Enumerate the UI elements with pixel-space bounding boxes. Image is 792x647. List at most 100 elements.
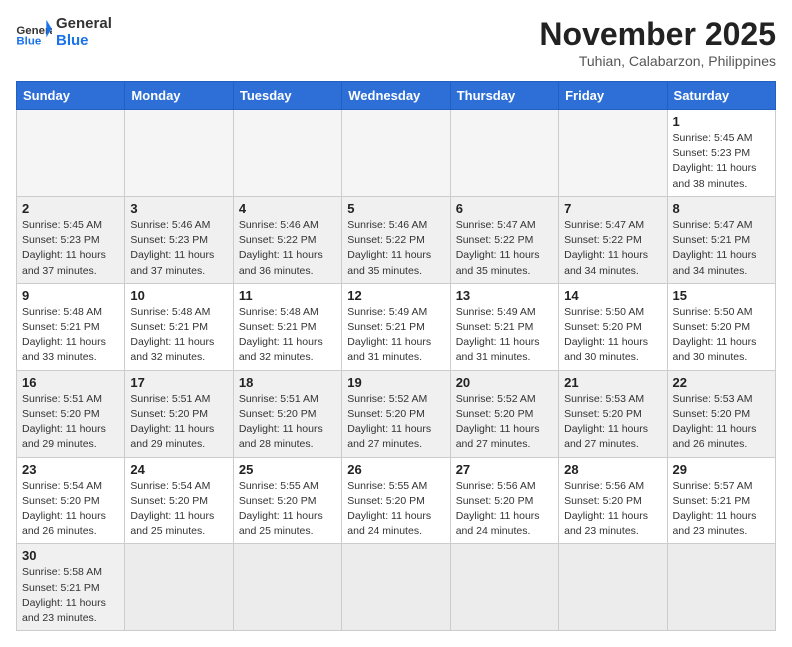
calendar-day-cell: 6Sunrise: 5:47 AMSunset: 5:22 PMDaylight… — [450, 196, 558, 283]
day-number: 1 — [673, 114, 770, 129]
day-number: 15 — [673, 288, 770, 303]
day-info: Sunrise: 5:54 AMSunset: 5:20 PMDaylight:… — [22, 479, 119, 540]
calendar-day-cell: 30Sunrise: 5:58 AMSunset: 5:21 PMDayligh… — [17, 544, 125, 631]
day-info: Sunrise: 5:51 AMSunset: 5:20 PMDaylight:… — [22, 392, 119, 453]
calendar-table: SundayMondayTuesdayWednesdayThursdayFrid… — [16, 81, 776, 631]
logo-general-text: General — [56, 16, 112, 33]
calendar-day-cell: 21 Sunrise: 5:53 AMSunset: 5:20 PMDayligh… — [559, 370, 667, 457]
calendar-week-row: 2 Sunrise: 5:45 AMSunset: 5:23 PMDaylight… — [17, 196, 776, 283]
day-number: 13 — [456, 288, 553, 303]
day-number: 8 — [673, 201, 770, 216]
day-info: Sunrise: 5:54 AMSunset: 5:20 PMDaylight:… — [130, 479, 227, 540]
weekday-header-saturday: Saturday — [667, 82, 775, 110]
logo-icon: General Blue — [16, 18, 52, 48]
calendar-day-cell — [125, 544, 233, 631]
day-number: 22 — [673, 375, 770, 390]
day-info: Sunrise: 5:46 AMSunset: 5:23 PMDaylight:… — [130, 218, 227, 279]
day-number: 9 — [22, 288, 119, 303]
calendar-week-row: 23 Sunrise: 5:54 AMSunset: 5:20 PMDayligh… — [17, 457, 776, 544]
calendar-day-cell: 10Sunrise: 5:48 AMSunset: 5:21 PMDayligh… — [125, 283, 233, 370]
day-info: Sunrise: 5:48 AMSunset: 5:21 PMDaylight:… — [130, 305, 227, 366]
calendar-day-cell — [233, 110, 341, 197]
location-subtitle: Tuhian, Calabarzon, Philippines — [539, 53, 776, 69]
calendar-week-row: 30Sunrise: 5:58 AMSunset: 5:21 PMDayligh… — [17, 544, 776, 631]
day-info: Sunrise: 5:47 AMSunset: 5:21 PMDaylight:… — [673, 218, 770, 279]
calendar-day-cell: 3 Sunrise: 5:46 AMSunset: 5:23 PMDaylight… — [125, 196, 233, 283]
day-info: Sunrise: 5:45 AMSunset: 5:23 PMDaylight:… — [673, 131, 770, 192]
calendar-day-cell: 8 Sunrise: 5:47 AMSunset: 5:21 PMDaylight… — [667, 196, 775, 283]
logo-blue-text: Blue — [56, 33, 112, 50]
calendar-day-cell — [125, 110, 233, 197]
calendar-day-cell: 26Sunrise: 5:55 AMSunset: 5:20 PMDayligh… — [342, 457, 450, 544]
weekday-header-row: SundayMondayTuesdayWednesdayThursdayFrid… — [17, 82, 776, 110]
calendar-day-cell — [667, 544, 775, 631]
page-header: General Blue General Blue November 2025 … — [16, 16, 776, 69]
day-info: Sunrise: 5:48 AMSunset: 5:21 PMDaylight:… — [239, 305, 336, 366]
month-title: November 2025 — [539, 16, 776, 53]
day-number: 25 — [239, 462, 336, 477]
day-info: Sunrise: 5:47 AMSunset: 5:22 PMDaylight:… — [564, 218, 661, 279]
day-info: Sunrise: 5:53 AMSunset: 5:20 PMDaylight:… — [564, 392, 661, 453]
weekday-header-friday: Friday — [559, 82, 667, 110]
day-number: 20 — [456, 375, 553, 390]
day-info: Sunrise: 5:45 AMSunset: 5:23 PMDaylight:… — [22, 218, 119, 279]
day-info: Sunrise: 5:50 AMSunset: 5:20 PMDaylight:… — [673, 305, 770, 366]
day-info: Sunrise: 5:56 AMSunset: 5:20 PMDaylight:… — [564, 479, 661, 540]
svg-text:Blue: Blue — [16, 35, 41, 47]
calendar-day-cell — [342, 544, 450, 631]
weekday-header-thursday: Thursday — [450, 82, 558, 110]
calendar-day-cell: 7Sunrise: 5:47 AMSunset: 5:22 PMDaylight… — [559, 196, 667, 283]
day-number: 5 — [347, 201, 444, 216]
day-number: 16 — [22, 375, 119, 390]
day-number: 26 — [347, 462, 444, 477]
calendar-day-cell: 5 Sunrise: 5:46 AMSunset: 5:22 PMDaylight… — [342, 196, 450, 283]
calendar-day-cell: 2 Sunrise: 5:45 AMSunset: 5:23 PMDaylight… — [17, 196, 125, 283]
calendar-day-cell: 1 Sunrise: 5:45 AMSunset: 5:23 PMDaylight… — [667, 110, 775, 197]
calendar-day-cell: 27 Sunrise: 5:56 AMSunset: 5:20 PMDayligh… — [450, 457, 558, 544]
day-info: Sunrise: 5:52 AMSunset: 5:20 PMDaylight:… — [347, 392, 444, 453]
calendar-day-cell: 22Sunrise: 5:53 AMSunset: 5:20 PMDayligh… — [667, 370, 775, 457]
day-info: Sunrise: 5:50 AMSunset: 5:20 PMDaylight:… — [564, 305, 661, 366]
day-number: 14 — [564, 288, 661, 303]
calendar-day-cell: 28Sunrise: 5:56 AMSunset: 5:20 PMDayligh… — [559, 457, 667, 544]
calendar-day-cell: 9 Sunrise: 5:48 AMSunset: 5:21 PMDaylight… — [17, 283, 125, 370]
day-number: 11 — [239, 288, 336, 303]
day-info: Sunrise: 5:56 AMSunset: 5:20 PMDaylight:… — [456, 479, 553, 540]
calendar-day-cell — [342, 110, 450, 197]
day-number: 4 — [239, 201, 336, 216]
day-info: Sunrise: 5:51 AMSunset: 5:20 PMDaylight:… — [239, 392, 336, 453]
day-number: 21 — [564, 375, 661, 390]
calendar-day-cell — [559, 110, 667, 197]
day-info: Sunrise: 5:49 AMSunset: 5:21 PMDaylight:… — [347, 305, 444, 366]
calendar-day-cell: 14 Sunrise: 5:50 AMSunset: 5:20 PMDayligh… — [559, 283, 667, 370]
calendar-day-cell: 18Sunrise: 5:51 AMSunset: 5:20 PMDayligh… — [233, 370, 341, 457]
weekday-header-tuesday: Tuesday — [233, 82, 341, 110]
day-number: 6 — [456, 201, 553, 216]
day-number: 3 — [130, 201, 227, 216]
day-info: Sunrise: 5:57 AMSunset: 5:21 PMDaylight:… — [673, 479, 770, 540]
calendar-day-cell: 12 Sunrise: 5:49 AMSunset: 5:21 PMDayligh… — [342, 283, 450, 370]
calendar-day-cell: 15 Sunrise: 5:50 AMSunset: 5:20 PMDayligh… — [667, 283, 775, 370]
day-number: 29 — [673, 462, 770, 477]
day-number: 17 — [130, 375, 227, 390]
day-info: Sunrise: 5:55 AMSunset: 5:20 PMDaylight:… — [239, 479, 336, 540]
calendar-day-cell — [559, 544, 667, 631]
calendar-day-cell: 13Sunrise: 5:49 AMSunset: 5:21 PMDayligh… — [450, 283, 558, 370]
day-info: Sunrise: 5:48 AMSunset: 5:21 PMDaylight:… — [22, 305, 119, 366]
calendar-day-cell — [233, 544, 341, 631]
calendar-day-cell — [450, 110, 558, 197]
calendar-day-cell — [17, 110, 125, 197]
day-number: 27 — [456, 462, 553, 477]
calendar-week-row: 16 Sunrise: 5:51 AMSunset: 5:20 PMDayligh… — [17, 370, 776, 457]
day-number: 2 — [22, 201, 119, 216]
calendar-day-cell — [450, 544, 558, 631]
day-number: 23 — [22, 462, 119, 477]
day-number: 30 — [22, 548, 119, 563]
day-info: Sunrise: 5:46 AMSunset: 5:22 PMDaylight:… — [239, 218, 336, 279]
day-number: 12 — [347, 288, 444, 303]
day-info: Sunrise: 5:46 AMSunset: 5:22 PMDaylight:… — [347, 218, 444, 279]
weekday-header-sunday: Sunday — [17, 82, 125, 110]
calendar-week-row: 1 Sunrise: 5:45 AMSunset: 5:23 PMDaylight… — [17, 110, 776, 197]
calendar-day-cell: 20Sunrise: 5:52 AMSunset: 5:20 PMDayligh… — [450, 370, 558, 457]
calendar-day-cell: 17Sunrise: 5:51 AMSunset: 5:20 PMDayligh… — [125, 370, 233, 457]
